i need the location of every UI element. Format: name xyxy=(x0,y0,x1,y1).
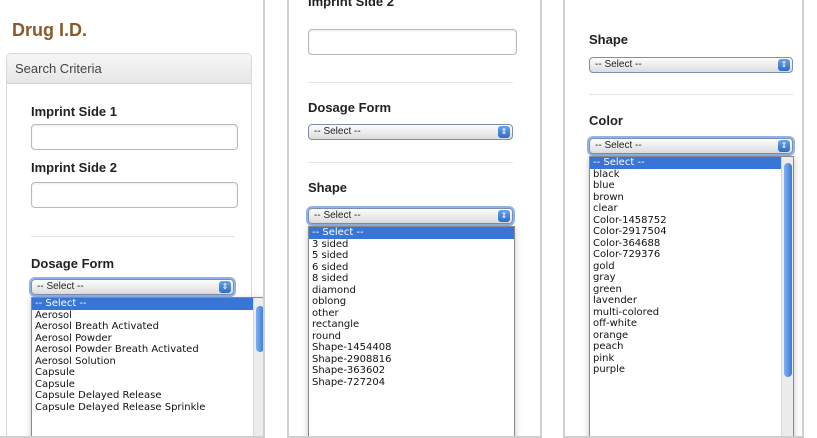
color-option[interactable]: clear xyxy=(590,203,793,215)
color-option[interactable]: Color-364688 xyxy=(590,238,793,250)
color-option[interactable]: peach xyxy=(590,341,793,353)
color-option[interactable]: Color-729376 xyxy=(590,249,793,261)
color-label: Color xyxy=(589,113,623,128)
shape-option[interactable]: oblong xyxy=(309,296,514,308)
shape-option[interactable]: rectangle xyxy=(309,319,514,331)
dropdown-scrollbar[interactable] xyxy=(781,157,793,436)
color-select[interactable]: -- Select -- ⇕ xyxy=(589,138,793,154)
up-down-chevron-icon: ⇕ xyxy=(778,59,790,71)
dosage-form-option[interactable]: Aerosol xyxy=(32,310,263,322)
dosage-form-option[interactable]: Aerosol Solution xyxy=(32,356,263,368)
dosage-form-select-value: -- Select -- xyxy=(314,126,361,137)
color-select-value: -- Select -- xyxy=(595,140,642,151)
shape-dropdown-list[interactable]: -- Select -- 3 sided 5 sided 6 sided 8 sided… xyxy=(308,226,515,436)
shape-select-value: -- Select -- xyxy=(314,210,361,221)
shape-option[interactable]: -- Select -- xyxy=(309,227,514,239)
app-title: Drug I.D. xyxy=(12,20,87,40)
shape-select[interactable]: -- Select -- ⇕ xyxy=(589,57,793,73)
section-divider xyxy=(308,82,513,83)
shape-label: Shape xyxy=(589,32,629,47)
color-option[interactable]: gray xyxy=(590,272,793,284)
dosage-form-option[interactable]: Capsule xyxy=(32,379,263,391)
color-option[interactable]: lavender xyxy=(590,295,793,307)
shape-option[interactable]: other xyxy=(309,308,514,320)
shape-option[interactable]: Shape-2908816 xyxy=(309,354,514,366)
shape-option[interactable]: Shape-1454408 xyxy=(309,342,514,354)
dosage-form-select-value: -- Select -- xyxy=(37,281,84,292)
color-option[interactable]: off-white xyxy=(590,318,793,330)
color-option[interactable]: gold xyxy=(590,261,793,273)
section-divider xyxy=(31,236,235,237)
dosage-form-option[interactable]: Capsule xyxy=(32,367,263,379)
shape-option[interactable]: 3 sided xyxy=(309,239,514,251)
color-option[interactable]: multi-colored xyxy=(590,307,793,319)
color-option[interactable]: orange xyxy=(590,330,793,342)
up-down-chevron-icon: ⇕ xyxy=(498,210,510,222)
section-divider xyxy=(308,162,513,163)
dosage-form-select[interactable]: -- Select -- ⇕ xyxy=(31,279,234,295)
dosage-form-option[interactable]: Aerosol Powder Breath Activated xyxy=(32,344,263,356)
color-dropdown-list[interactable]: -- Select -- black blue brown clear Color-145… xyxy=(589,156,794,436)
shape-option[interactable]: Shape-727204 xyxy=(309,377,514,389)
color-option[interactable]: brown xyxy=(590,192,793,204)
dosage-form-dropdown-list[interactable]: -- Select -- Aerosol Aerosol Breath Activa… xyxy=(31,297,263,436)
panel-dosage-form-open: Drug I.D. Search Criteria Imprint Side 1… xyxy=(0,0,265,438)
up-down-chevron-icon: ⇕ xyxy=(778,140,790,152)
shape-option[interactable]: diamond xyxy=(309,285,514,297)
dosage-form-select[interactable]: -- Select -- ⇕ xyxy=(308,124,513,140)
search-criteria-header: Search Criteria xyxy=(7,54,251,84)
dosage-form-label: Dosage Form xyxy=(31,256,115,271)
color-option[interactable]: green xyxy=(590,284,793,296)
color-option[interactable]: purple xyxy=(590,364,793,376)
panel-color-open: Shape -- Select -- ⇕ Color -- Select -- … xyxy=(563,0,804,438)
color-option[interactable]: Color-1458752 xyxy=(590,215,793,227)
shape-option[interactable]: round xyxy=(309,331,514,343)
imprint-side-2-label: Imprint Side 2 xyxy=(308,0,394,9)
scrollbar-thumb[interactable] xyxy=(784,163,792,377)
scrollbar-thumb[interactable] xyxy=(256,306,263,352)
section-divider xyxy=(589,94,793,95)
dropdown-scrollbar[interactable] xyxy=(253,298,263,436)
imprint-side-2-label: Imprint Side 2 xyxy=(31,160,117,175)
imprint-side-1-input[interactable] xyxy=(31,124,238,150)
dosage-form-option[interactable]: Aerosol Breath Activated xyxy=(32,321,263,333)
shape-option[interactable]: Shape-363602 xyxy=(309,365,514,377)
dosage-form-label: Dosage Form xyxy=(308,100,392,115)
imprint-side-2-input[interactable] xyxy=(31,182,238,208)
color-option[interactable]: Color-2917504 xyxy=(590,226,793,238)
up-down-chevron-icon: ⇕ xyxy=(498,126,510,138)
color-option[interactable]: -- Select -- xyxy=(590,157,793,169)
shape-option[interactable]: 5 sided xyxy=(309,250,514,262)
color-option[interactable]: pink xyxy=(590,353,793,365)
shape-select-value: -- Select -- xyxy=(595,59,642,70)
up-down-chevron-icon: ⇕ xyxy=(219,281,231,293)
panel-shape-open: Imprint Side 2 Dosage Form -- Select -- … xyxy=(287,0,542,438)
imprint-side-2-input[interactable] xyxy=(308,29,517,55)
imprint-side-1-label: Imprint Side 1 xyxy=(31,104,117,119)
color-option[interactable]: black xyxy=(590,169,793,181)
dosage-form-option[interactable]: Capsule Delayed Release Sprinkle xyxy=(32,402,263,414)
shape-option[interactable]: 8 sided xyxy=(309,273,514,285)
shape-label: Shape xyxy=(308,180,348,195)
dosage-form-option[interactable]: -- Select -- xyxy=(32,298,263,310)
shape-option[interactable]: 6 sided xyxy=(309,262,514,274)
dosage-form-option[interactable]: Capsule Delayed Release xyxy=(32,390,263,402)
shape-select[interactable]: -- Select -- ⇕ xyxy=(308,208,513,224)
dosage-form-option[interactable]: Aerosol Powder xyxy=(32,333,263,345)
color-option[interactable]: blue xyxy=(590,180,793,192)
